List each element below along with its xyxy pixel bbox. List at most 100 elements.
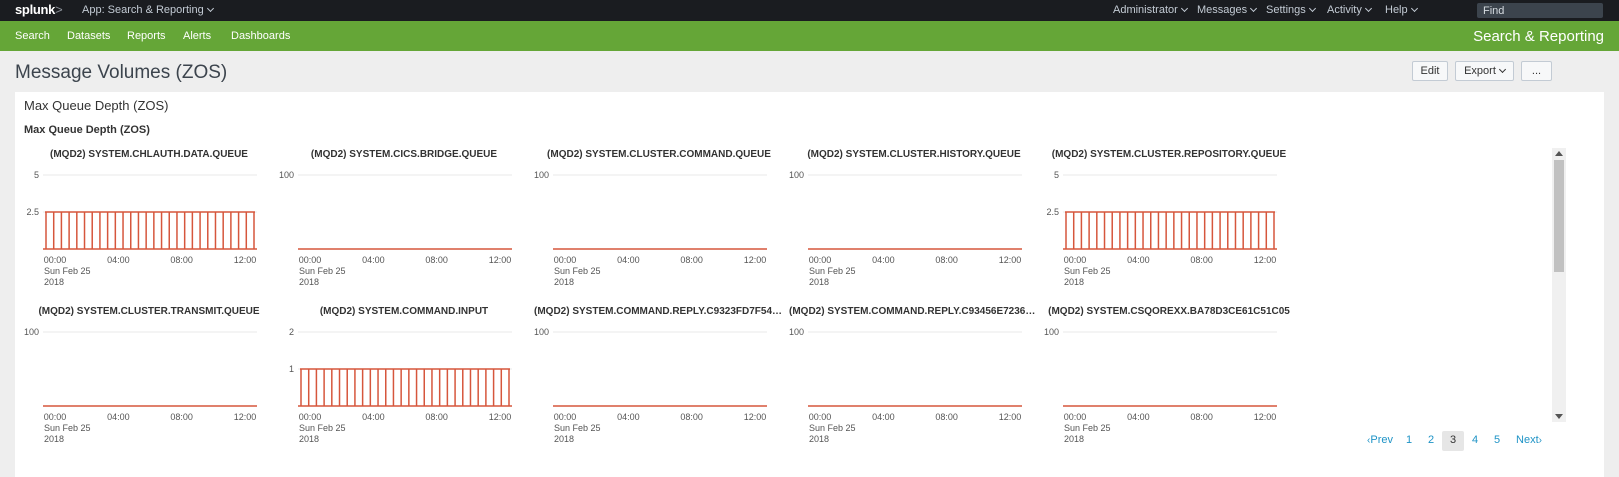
nav-dashboards[interactable]: Dashboards [231,30,290,42]
x-tick-label: 08:00 [425,255,448,265]
x-tick-label: 00:00 [44,255,67,265]
chart-plot: 100 00:00 04:00 08:00 12:00 Sun Feb 252018 [789,327,1022,444]
nav-datasets[interactable]: Datasets [67,30,110,42]
menu-messages[interactable]: Messages [1197,4,1258,16]
pager-next[interactable]: Next› [1513,431,1545,451]
chart-plot: 100 00:00 04:00 08:00 12:00 Sun Feb 252018 [534,170,767,287]
x-tick-label: 12:00 [234,255,257,265]
x-tick-label: 04:00 [872,255,895,265]
y-tick-label: 100 [789,170,804,180]
x-date-label: Sun Feb 25 [1064,266,1111,276]
more-actions-button[interactable]: ... [1521,61,1552,81]
queue-depth-chart[interactable]: (MQD2) SYSTEM.CHLAUTH.DATA.QUEUE 5 2.5 00:0… [24,149,274,294]
queue-depth-chart[interactable]: (MQD2) SYSTEM.CLUSTER.REPOSITORY.QUEUE 5 2… [1044,149,1294,294]
queue-depth-chart[interactable]: (MQD2) SYSTEM.COMMAND.INPUT 2 1 00:00 04:00 0… [279,306,529,451]
chart-title: (MQD2) SYSTEM.COMMAND.INPUT [319,306,489,317]
y-tick-label: 100 [24,327,39,337]
panel-title: Max Queue Depth (ZOS) [24,98,169,113]
x-tick-label: 08:00 [425,412,448,422]
x-tick-label: 04:00 [362,412,385,422]
queue-depth-chart[interactable]: (MQD2) SYSTEM.CICS.BRIDGE.QUEUE 100 00:00 0… [279,149,529,294]
nav-search[interactable]: Search [15,30,50,42]
x-tick-label: 08:00 [1190,255,1213,265]
splunk-logo[interactable]: splunk> [15,2,63,17]
menu-activity[interactable]: Activity [1327,4,1372,16]
x-date-label: 2018 [299,277,319,287]
x-date-label: 2018 [1064,277,1084,287]
y-tick-label: 100 [534,327,549,337]
chart-title: (MQD2) SYSTEM.COMMAND.REPLY.C93456E7236A… [789,306,1039,317]
x-date-label: Sun Feb 25 [299,423,346,433]
x-tick-label: 12:00 [999,412,1022,422]
x-tick-label: 04:00 [872,412,895,422]
pager-page-2[interactable]: 2 [1423,431,1439,451]
export-button[interactable]: Export [1455,61,1514,81]
y-tick-label: 2.5 [26,207,39,217]
x-date-label: Sun Feb 25 [1064,423,1111,433]
y-tick-label: 100 [1044,327,1059,337]
scrollbar[interactable] [1552,148,1566,422]
x-date-label: 2018 [809,277,829,287]
x-tick-label: 08:00 [170,412,193,422]
y-tick-label: 2.5 [1046,207,1059,217]
pager-page-4[interactable]: 4 [1467,431,1483,451]
x-tick-label: 04:00 [617,412,640,422]
queue-depth-chart[interactable]: (MQD2) SYSTEM.COMMAND.REPLY.C93456E7236A… [789,306,1039,451]
pager-page-5[interactable]: 5 [1489,431,1505,451]
menu-settings[interactable]: Settings [1266,4,1316,16]
queue-depth-chart[interactable]: (MQD2) SYSTEM.CSQOREXX.BA78D3CE61C51C05 1… [1044,306,1294,451]
chart-title: (MQD2) SYSTEM.CLUSTER.HISTORY.QUEUE [807,149,1021,160]
scroll-down-icon[interactable] [1555,414,1563,419]
x-tick-label: 12:00 [744,412,767,422]
x-tick-label: 00:00 [1064,412,1087,422]
x-tick-label: 12:00 [744,255,767,265]
viz-title: Max Queue Depth (ZOS) [24,124,150,136]
queue-depth-chart[interactable]: (MQD2) SYSTEM.CLUSTER.HISTORY.QUEUE 100 00… [789,149,1039,294]
menu-administrator[interactable]: Administrator [1113,4,1188,16]
x-tick-label: 08:00 [680,412,703,422]
queue-depth-chart[interactable]: (MQD2) SYSTEM.COMMAND.REPLY.C9323FD7F54B… [534,306,784,451]
queue-depth-chart[interactable]: (MQD2) SYSTEM.CLUSTER.COMMAND.QUEUE 100 00… [534,149,784,294]
nav-reports[interactable]: Reports [127,30,166,42]
dashboard-panel: Max Queue Depth (ZOS) Max Queue Depth (Z… [15,92,1604,472]
x-tick-label: 00:00 [809,255,832,265]
top-bar: splunk> App: Search & Reporting Administ… [0,0,1619,21]
menu-help[interactable]: Help [1385,4,1418,16]
x-tick-label: 08:00 [935,412,958,422]
x-tick-label: 12:00 [1254,412,1277,422]
panel-bottom-strip [15,472,1604,477]
scroll-thumb[interactable] [1554,160,1564,272]
x-date-label: 2018 [44,434,64,444]
scroll-up-icon[interactable] [1555,151,1563,156]
chart-title: (MQD2) SYSTEM.CLUSTER.TRANSMIT.QUEUE [38,306,260,317]
pager-page-1[interactable]: 1 [1401,431,1417,451]
x-tick-label: 00:00 [554,412,577,422]
x-tick-label: 00:00 [299,412,322,422]
y-tick-label: 100 [279,170,294,180]
chart-title: (MQD2) SYSTEM.CICS.BRIDGE.QUEUE [310,149,498,160]
chart-title: (MQD2) SYSTEM.CLUSTER.REPOSITORY.QUEUE [1051,149,1287,160]
x-date-label: Sun Feb 25 [44,423,91,433]
x-tick-label: 00:00 [554,255,577,265]
chart-title: (MQD2) SYSTEM.CSQOREXX.BA78D3CE61C51C05 [1048,306,1290,317]
x-tick-label: 08:00 [935,255,958,265]
nav-alerts[interactable]: Alerts [183,30,211,42]
pager-prev[interactable]: ‹Prev [1365,431,1395,451]
chart-plot: 5 2.5 00:00 04:00 08:00 12:00 Sun Feb 252018 [1046,170,1277,287]
pager-page-3[interactable]: 3 [1442,431,1464,451]
app-menu[interactable]: App: Search & Reporting [82,4,214,16]
edit-button[interactable]: Edit [1412,61,1448,81]
queue-depth-chart[interactable]: (MQD2) SYSTEM.CLUSTER.TRANSMIT.QUEUE 100 0… [24,306,274,451]
y-tick-label: 5 [1054,170,1059,180]
x-date-label: Sun Feb 25 [554,423,601,433]
x-tick-label: 04:00 [1127,412,1150,422]
x-tick-label: 08:00 [680,255,703,265]
x-tick-label: 08:00 [1190,412,1213,422]
x-tick-label: 12:00 [999,255,1022,265]
x-date-label: 2018 [1064,434,1084,444]
find-input[interactable] [1477,3,1603,18]
chevron-down-icon [1364,4,1372,13]
x-date-label: 2018 [809,434,829,444]
chart-plot: 100 00:00 04:00 08:00 12:00 Sun Feb 252018 [534,327,767,444]
x-date-label: Sun Feb 25 [809,423,856,433]
